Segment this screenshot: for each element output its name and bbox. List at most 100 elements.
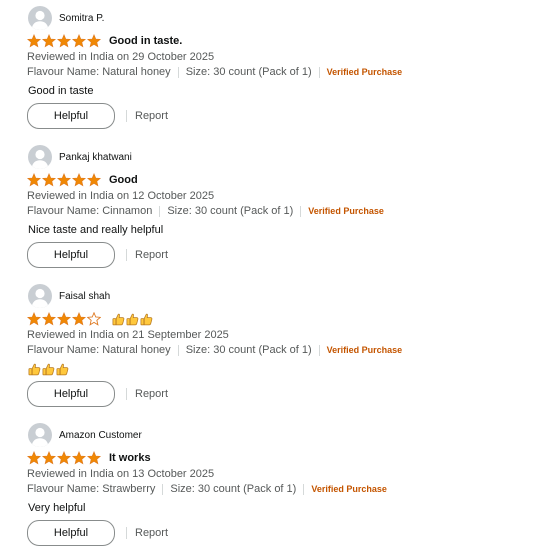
user-avatar-icon [28, 423, 52, 447]
star-full-icon [57, 312, 71, 326]
star-full-icon [72, 451, 86, 465]
reviewer-profile[interactable]: Faisal shah [28, 283, 110, 309]
divider [177, 66, 179, 78]
thumbs-up-emoji-icon [28, 363, 41, 375]
report-link[interactable]: Report [135, 249, 168, 261]
thumbs-up-emoji-icon [140, 313, 153, 325]
review-title-row[interactable]: It works [27, 450, 151, 466]
star-full-icon [57, 173, 71, 187]
review-actions: Helpful Report [27, 103, 168, 129]
divider [126, 388, 127, 400]
review-metadata: Flavour Name: Cinnamon Size: 30 count (P… [27, 205, 384, 217]
review-date: Reviewed in India on 29 October 2025 [27, 51, 215, 63]
star-rating [27, 34, 102, 48]
divider [177, 344, 179, 356]
star-full-icon [87, 34, 101, 48]
star-rating [27, 451, 102, 465]
star-full-icon [87, 173, 101, 187]
helpful-button[interactable]: Helpful [27, 381, 115, 407]
review-metadata: Flavour Name: Strawberry Size: 30 count … [27, 483, 387, 495]
review-title[interactable] [112, 313, 154, 326]
divider [126, 249, 127, 261]
review-metadata: Flavour Name: Natural honey Size: 30 cou… [27, 66, 402, 78]
star-rating [27, 173, 102, 187]
star-full-icon [72, 173, 86, 187]
divider [318, 344, 320, 356]
verified-purchase-badge[interactable]: Verified Purchase [327, 67, 403, 77]
star-full-icon [27, 173, 41, 187]
report-link[interactable]: Report [135, 527, 168, 539]
thumbs-up-emoji-icon [42, 363, 55, 375]
review-title-row[interactable] [27, 311, 154, 327]
star-full-icon [27, 34, 41, 48]
size-info[interactable]: Size: 30 count (Pack of 1) [186, 344, 312, 356]
star-full-icon [27, 312, 41, 326]
review-title[interactable]: It works [109, 452, 151, 464]
helpful-button[interactable]: Helpful [27, 520, 115, 546]
reviewer-profile[interactable]: Pankaj khatwani [28, 144, 132, 170]
flavour-name[interactable]: Flavour Name: Strawberry [27, 483, 155, 495]
review-card: Pankaj khatwani Good Reviewed in India o… [0, 139, 558, 277]
verified-purchase-badge[interactable]: Verified Purchase [327, 345, 403, 355]
review-date: Reviewed in India on 12 October 2025 [27, 190, 215, 202]
divider [162, 483, 164, 495]
flavour-name[interactable]: Flavour Name: Natural honey [27, 66, 171, 78]
divider [159, 205, 161, 217]
thumbs-up-emoji-icon [126, 313, 139, 325]
review-body: Nice taste and really helpful [28, 224, 164, 236]
review-actions: Helpful Report [27, 242, 168, 268]
review-title[interactable]: Good [109, 174, 138, 186]
user-avatar-icon [28, 284, 52, 308]
report-link[interactable]: Report [135, 388, 168, 400]
star-empty-icon [87, 312, 101, 326]
report-link[interactable]: Report [135, 110, 168, 122]
review-card: Somitra P. Good in taste. Reviewed in In… [0, 0, 558, 138]
star-full-icon [42, 451, 56, 465]
review-title-row[interactable]: Good in taste. [27, 33, 182, 49]
star-full-icon [72, 34, 86, 48]
star-rating [27, 312, 102, 326]
review-body: Good in taste [28, 85, 94, 97]
reviewer-profile[interactable]: Amazon Customer [28, 422, 142, 448]
divider [300, 205, 302, 217]
reviewer-name: Amazon Customer [59, 429, 142, 441]
size-info[interactable]: Size: 30 count (Pack of 1) [170, 483, 296, 495]
helpful-button[interactable]: Helpful [27, 103, 115, 129]
review-title-row[interactable]: Good [27, 172, 138, 188]
review-card: Amazon Customer It works Reviewed in Ind… [0, 417, 558, 555]
review-metadata: Flavour Name: Natural honey Size: 30 cou… [27, 344, 402, 356]
thumbs-up-emoji-icon [112, 313, 125, 325]
review-body: Very helpful [28, 502, 86, 514]
flavour-name[interactable]: Flavour Name: Natural honey [27, 344, 171, 356]
reviewer-name: Faisal shah [59, 290, 111, 302]
flavour-name[interactable]: Flavour Name: Cinnamon [27, 205, 152, 217]
star-full-icon [42, 34, 56, 48]
star-full-icon [27, 451, 41, 465]
review-card: Faisal shah Reviewed in India on 21 Sept… [0, 278, 558, 416]
review-title[interactable]: Good in taste. [109, 35, 182, 47]
star-full-icon [42, 173, 56, 187]
review-actions: Helpful Report [27, 381, 168, 407]
review-date: Reviewed in India on 13 October 2025 [27, 468, 215, 480]
user-avatar-icon [28, 6, 52, 30]
star-full-icon [87, 451, 101, 465]
reviewer-name: Pankaj khatwani [59, 151, 132, 163]
divider [318, 66, 320, 78]
review-actions: Helpful Report [27, 520, 168, 546]
reviewer-profile[interactable]: Somitra P. [28, 5, 104, 31]
thumbs-up-emoji-icon [56, 363, 69, 375]
divider [126, 527, 127, 539]
star-full-icon [72, 312, 86, 326]
verified-purchase-badge[interactable]: Verified Purchase [311, 484, 387, 494]
star-full-icon [57, 34, 71, 48]
size-info[interactable]: Size: 30 count (Pack of 1) [167, 205, 293, 217]
verified-purchase-badge[interactable]: Verified Purchase [308, 206, 384, 216]
divider [303, 483, 305, 495]
reviewer-name: Somitra P. [59, 12, 105, 24]
helpful-button[interactable]: Helpful [27, 242, 115, 268]
size-info[interactable]: Size: 30 count (Pack of 1) [186, 66, 312, 78]
star-full-icon [42, 312, 56, 326]
star-full-icon [57, 451, 71, 465]
divider [126, 110, 127, 122]
user-avatar-icon [28, 145, 52, 169]
